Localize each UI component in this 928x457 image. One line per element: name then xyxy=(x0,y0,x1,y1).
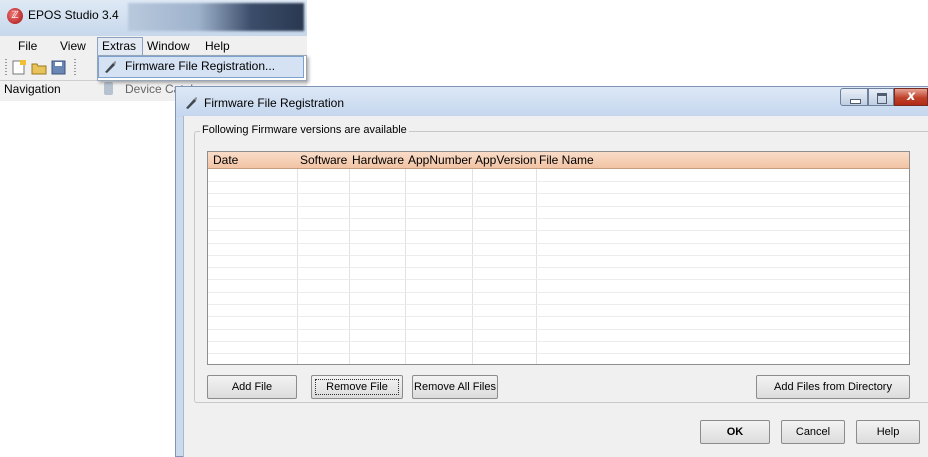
table-row xyxy=(208,279,909,281)
ok-button[interactable]: OK xyxy=(700,420,770,444)
table-row xyxy=(208,217,909,219)
add-file-button[interactable]: Add File xyxy=(207,375,297,399)
toolbar-grip xyxy=(5,59,7,76)
column-header-date[interactable]: Date xyxy=(213,153,238,167)
column-header-appnumber[interactable]: AppNumber xyxy=(408,153,472,167)
column-divider xyxy=(349,152,350,364)
column-divider xyxy=(297,152,298,364)
table-row xyxy=(208,304,909,305)
app-title: EPOS Studio 3.4 xyxy=(28,8,119,22)
pen-icon xyxy=(103,60,117,74)
epos-logo-icon: ℤ xyxy=(7,8,23,24)
titlebar-background xyxy=(128,3,304,31)
table-row xyxy=(208,230,909,232)
toolbar-grip xyxy=(74,59,76,76)
save-icon[interactable] xyxy=(51,60,67,75)
minimize-icon xyxy=(850,99,861,104)
table-row xyxy=(208,254,909,256)
maximize-icon xyxy=(877,93,887,104)
table-row xyxy=(208,242,909,244)
cancel-button[interactable]: Cancel xyxy=(781,420,845,444)
remove-file-button[interactable]: Remove File xyxy=(311,375,403,399)
menu-extras[interactable]: Extras xyxy=(102,39,136,53)
table-row xyxy=(208,193,909,195)
navigation-label: Navigation xyxy=(4,82,61,96)
help-button[interactable]: Help xyxy=(856,420,920,444)
menu-view[interactable]: View xyxy=(60,39,86,53)
close-button[interactable]: x xyxy=(894,88,928,106)
add-files-from-directory-button[interactable]: Add Files from Directory xyxy=(756,375,910,399)
column-header-hardware[interactable]: Hardware xyxy=(352,153,404,167)
firmware-table[interactable]: Date Software Hardware AppNumber AppVers… xyxy=(207,151,910,365)
group-label: Following Firmware versions are availabl… xyxy=(200,124,409,136)
menu-help[interactable]: Help xyxy=(205,39,230,53)
column-header-file-name[interactable]: File Name xyxy=(539,153,594,167)
table-header: Date Software Hardware AppNumber AppVers… xyxy=(208,152,909,169)
close-icon: x xyxy=(907,89,916,104)
table-row xyxy=(208,181,909,182)
pen-icon xyxy=(184,96,198,110)
firmware-file-registration-menu-label[interactable]: Firmware File Registration... xyxy=(125,59,275,73)
table-row xyxy=(208,353,909,355)
column-divider xyxy=(472,152,473,364)
table-row xyxy=(208,291,909,293)
remove-all-files-button[interactable]: Remove All Files xyxy=(412,375,498,399)
table-row xyxy=(208,316,909,318)
table-row xyxy=(208,205,909,207)
column-divider xyxy=(405,152,406,364)
maximize-button[interactable] xyxy=(868,88,894,106)
dialog-title: Firmware File Registration xyxy=(204,96,345,110)
open-folder-icon[interactable] xyxy=(31,60,47,75)
new-file-icon[interactable] xyxy=(11,60,27,75)
menu-file[interactable]: File xyxy=(18,39,37,53)
column-header-software[interactable]: Software xyxy=(300,153,347,167)
minimize-button[interactable] xyxy=(840,88,868,106)
menu-window[interactable]: Window xyxy=(147,39,190,53)
table-row xyxy=(208,267,909,269)
column-header-appversion[interactable]: AppVersion xyxy=(475,153,536,167)
device-catalog-icon xyxy=(104,82,113,95)
table-row xyxy=(208,328,909,330)
table-row xyxy=(208,340,909,342)
column-divider xyxy=(536,152,537,364)
